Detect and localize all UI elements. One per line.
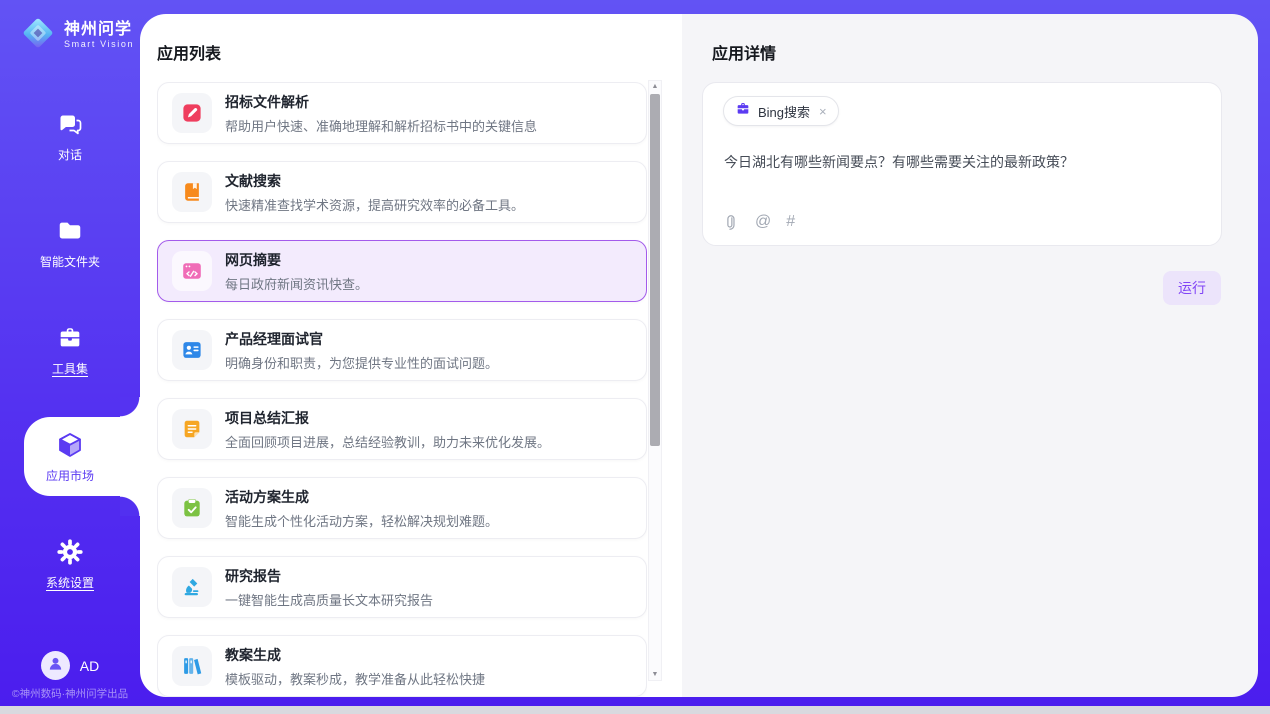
pen-square-icon [172, 93, 212, 133]
app-list-panel: 应用列表 招标文件解析 帮助用户快速、准确地理解和解析招标书中的关键信息 文献搜… [140, 14, 682, 697]
app-list-title: 应用列表 [157, 40, 221, 64]
user-profile[interactable]: AD [0, 651, 140, 680]
app-list-item[interactable]: 文献搜索 快速精准查找学术资源，提高研究效率的必备工具。 [157, 161, 647, 223]
gear-icon [55, 537, 85, 567]
at-icon[interactable]: @ [755, 213, 771, 231]
book-icon [172, 172, 212, 212]
copyright-footer: ©神州数码·神州问学出品 [0, 686, 140, 701]
app-list-item[interactable]: 产品经理面试官 明确身份和职责，为您提供专业性的面试问题。 [157, 319, 647, 381]
app-item-description: 每日政府新闻资讯快查。 [225, 274, 368, 293]
prompt-input[interactable]: 今日湖北有哪些新闻要点？有哪些需要关注的最新政策？ [724, 152, 1201, 172]
chat-icon [55, 109, 85, 139]
sidebar-item-label: 对话 [58, 146, 82, 163]
app-item-title: 研究报告 [225, 566, 433, 586]
prompt-card: Bing搜索 × 今日湖北有哪些新闻要点？有哪些需要关注的最新政策？ @# [702, 82, 1222, 246]
app-list-item[interactable]: 网页摘要 每日政府新闻资讯快查。 [157, 240, 647, 302]
app-detail-title: 应用详情 [712, 40, 776, 64]
sidebar-item-chat[interactable]: 对话 [0, 82, 140, 189]
books-icon [172, 646, 212, 686]
toolbox-icon [55, 323, 85, 353]
sidebar-item-app-market[interactable]: 应用市场 [0, 403, 140, 510]
sidebar-item-smart-folder[interactable]: 智能文件夹 [0, 189, 140, 296]
app-item-description: 模板驱动，教案秒成，教学准备从此轻松快捷 [225, 669, 485, 688]
triangle-up-icon[interactable]: ▲ [649, 83, 661, 90]
app-item-title: 产品经理面试官 [225, 329, 498, 349]
composer-toolbar: @# [723, 213, 795, 231]
run-button[interactable]: 运行 [1163, 271, 1221, 305]
app-item-title: 网页摘要 [225, 250, 368, 270]
app-list-item[interactable]: 研究报告 一键智能生成高质量长文本研究报告 [157, 556, 647, 618]
microscope-icon [172, 567, 212, 607]
app-item-title: 活动方案生成 [225, 487, 498, 507]
memo-icon [172, 409, 212, 449]
app-item-title: 文献搜索 [225, 171, 524, 191]
sidebar-item-settings[interactable]: 系统设置 [0, 510, 140, 617]
app-item-description: 快速精准查找学术资源，提高研究效率的必备工具。 [225, 195, 524, 214]
tool-chip-bing-search[interactable]: Bing搜索 × [723, 96, 839, 126]
app-logo: 神州问学 Smart Vision [18, 13, 134, 58]
sidebar: 神州问学 Smart Vision 对话 智能文件夹 工具集 应用市场 系统设置 [0, 0, 140, 706]
tool-chip-label: Bing搜索 [758, 102, 810, 121]
triangle-down-icon[interactable]: ▼ [649, 671, 661, 678]
hash-icon[interactable]: # [786, 213, 795, 231]
app-list-item[interactable]: 招标文件解析 帮助用户快速、准确地理解和解析招标书中的关键信息 [157, 82, 647, 144]
sidebar-item-label: 系统设置 [46, 574, 94, 591]
sidebar-item-label: 应用市场 [46, 467, 94, 484]
app-item-description: 一键智能生成高质量长文本研究报告 [225, 590, 433, 609]
app-list-scrollbar[interactable]: ▲ ▼ [648, 80, 662, 681]
app-item-description: 全面回顾项目进展，总结经验教训，助力未来优化发展。 [225, 432, 550, 451]
app-list: 招标文件解析 帮助用户快速、准确地理解和解析招标书中的关键信息 文献搜索 快速精… [157, 82, 647, 697]
app-list-item[interactable]: 项目总结汇报 全面回顾项目进展，总结经验教训，助力未来优化发展。 [157, 398, 647, 460]
logo-diamond-icon [18, 13, 58, 58]
app-list-item[interactable]: 教案生成 模板驱动，教案秒成，教学准备从此轻松快捷 [157, 635, 647, 697]
scrollbar-thumb[interactable] [650, 94, 660, 446]
app-item-description: 帮助用户快速、准确地理解和解析招标书中的关键信息 [225, 116, 537, 135]
paperclip-icon[interactable] [723, 214, 740, 231]
browser-icon [172, 251, 212, 291]
app-list-item[interactable]: 活动方案生成 智能生成个性化活动方案，轻松解决规划难题。 [157, 477, 647, 539]
chip-close-icon[interactable]: × [819, 104, 827, 119]
folder-icon [55, 216, 85, 246]
cube-icon [55, 430, 85, 460]
clipboard-check-icon [172, 488, 212, 528]
id-card-icon [172, 330, 212, 370]
app-frame: 神州问学 Smart Vision 对话 智能文件夹 工具集 应用市场 系统设置 [0, 0, 1270, 706]
app-item-description: 智能生成个性化活动方案，轻松解决规划难题。 [225, 511, 498, 530]
sidebar-item-toolkit[interactable]: 工具集 [0, 296, 140, 403]
user-name: AD [80, 658, 99, 674]
app-detail-panel: 应用详情 Bing搜索 × 今日湖北有哪些新闻要点？有哪些需要关注的最新政策？ … [682, 14, 1258, 697]
app-name: 神州问学 [64, 21, 134, 39]
sidebar-nav: 对话 智能文件夹 工具集 应用市场 系统设置 [0, 82, 140, 617]
sidebar-item-label: 工具集 [52, 360, 88, 377]
briefcase-icon [735, 101, 751, 122]
app-item-title: 项目总结汇报 [225, 408, 550, 428]
app-item-title: 教案生成 [225, 645, 485, 665]
app-item-description: 明确身份和职责，为您提供专业性的面试问题。 [225, 353, 498, 372]
app-item-title: 招标文件解析 [225, 92, 537, 112]
avatar [41, 651, 70, 680]
sidebar-item-label: 智能文件夹 [40, 253, 100, 270]
user-icon [47, 655, 64, 677]
app-tagline: Smart Vision [64, 40, 134, 50]
